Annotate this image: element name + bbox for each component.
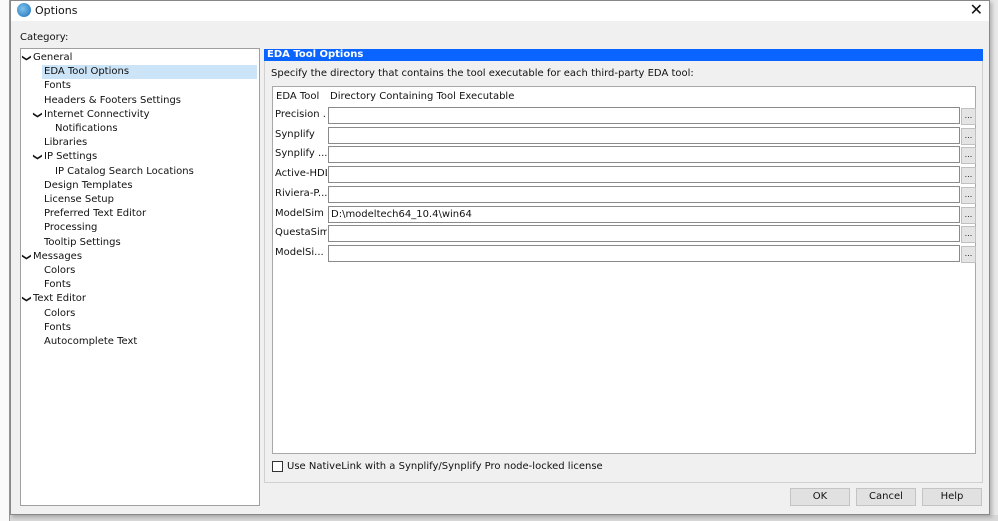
chevron-down-icon[interactable]: ❯ (30, 154, 44, 162)
tree-item-label: Libraries (44, 137, 88, 149)
tree-item-label: Colors (44, 307, 76, 319)
tree-item[interactable]: IP Catalog Search Locations (55, 165, 194, 179)
tree-item[interactable]: Headers & Footers Settings (44, 94, 181, 108)
directory-input[interactable] (328, 107, 960, 124)
panel-description: Specify the directory that contains the … (271, 68, 694, 79)
directory-input[interactable] (328, 185, 960, 203)
category-label: Category: (20, 32, 69, 43)
tree-item[interactable]: Design Templates (44, 179, 133, 193)
tool-name: ModelSi... (275, 246, 324, 258)
browse-button[interactable]: ... (961, 186, 976, 204)
browse-button[interactable]: ... (961, 147, 976, 165)
tool-name: Precision ... (275, 109, 327, 120)
tool-name: Synplify (275, 128, 315, 140)
directory-input[interactable] (328, 225, 960, 243)
tree-item-label: EDA Tool Options (44, 66, 130, 78)
tree-item[interactable]: ❯ General (21, 51, 73, 65)
directory-input[interactable] (328, 244, 960, 262)
tree-item[interactable]: Processing (44, 221, 97, 235)
tool-name: ModelSim (275, 207, 324, 219)
tree-item[interactable]: Tooltip Settings (44, 236, 121, 250)
tree-item[interactable]: ❯ Text Editor (21, 292, 86, 306)
directory-input[interactable] (328, 146, 960, 164)
tree-item-label: Fonts (44, 279, 71, 291)
tree-item[interactable]: Fonts (44, 79, 71, 93)
tree-item-label: Notifications (55, 123, 118, 134)
tree-item-label: Preferred Text Editor (44, 208, 147, 220)
options-dialog: Options ✕ Category: ❯ General EDA Tool Opt… (10, 0, 990, 515)
tree-item[interactable]: Fonts (44, 278, 71, 292)
title-bar: Options ✕ (11, 1, 989, 21)
panel-header: EDA Tool Options (264, 49, 983, 61)
tree-item-label: IP Settings (44, 151, 98, 163)
tree-item-label: Fonts (44, 321, 71, 333)
eda-tool-table: EDA Tool Directory Containing Tool Execu… (272, 86, 976, 454)
directory-input[interactable] (328, 126, 960, 144)
tree-item-label: Processing (44, 222, 98, 234)
tree-item-label: Design Templates (44, 179, 133, 191)
window-title: Options (35, 4, 78, 17)
tree-item-label: License Setup (44, 194, 114, 205)
tree-item[interactable]: Preferred Text Editor (44, 207, 146, 221)
category-tree[interactable]: ❯ General EDA Tool Options Fonts Headers & F… (20, 48, 260, 506)
app-icon (17, 3, 31, 17)
browse-button[interactable]: ... (961, 206, 976, 224)
browse-button[interactable]: ... (961, 226, 976, 244)
tree-item-label: Internet Connectivity (44, 108, 150, 120)
tree-item-label: IP Catalog Search Locations (55, 165, 194, 177)
chevron-down-icon[interactable]: ❯ (19, 54, 33, 62)
background-window (0, 0, 10, 521)
tree-item-label: Headers & Footers Settings (44, 94, 181, 106)
chevron-down-icon[interactable]: ❯ (19, 253, 33, 261)
column-header-directory: Directory Containing Tool Executable (330, 91, 515, 102)
tool-name: QuestaSim (275, 227, 327, 239)
column-header-tool: EDA Tool (276, 91, 320, 102)
tree-item[interactable]: Fonts (44, 321, 71, 335)
directory-input[interactable] (328, 166, 960, 184)
tree-item[interactable]: ❯ Internet Connectivity (32, 108, 150, 122)
tool-name: Synplify ... (275, 148, 327, 160)
tree-item[interactable]: License Setup (44, 193, 114, 207)
tree-item[interactable]: ❯ IP Settings (32, 150, 98, 164)
browse-button[interactable]: ... (961, 127, 976, 145)
tree-item[interactable]: Libraries (44, 136, 87, 150)
tool-name: Riviera-P... (275, 187, 327, 199)
browse-button[interactable]: ... (961, 108, 976, 125)
browse-button[interactable]: ... (961, 167, 976, 185)
tree-item[interactable]: EDA Tool Options (42, 65, 257, 80)
tree-item[interactable]: Colors (44, 307, 75, 321)
chevron-down-icon[interactable]: ❯ (30, 111, 44, 119)
nativelink-checkbox[interactable] (272, 461, 283, 472)
tree-item[interactable]: Autocomplete Text (44, 335, 137, 349)
tree-item[interactable]: ❯ Messages (21, 250, 83, 264)
tree-item-label: Tooltip Settings (44, 236, 121, 248)
close-icon[interactable]: ✕ (970, 1, 983, 19)
tree-item-label: Fonts (44, 80, 71, 92)
tree-item-label: Autocomplete Text (44, 336, 138, 347)
tree-item[interactable]: Notifications (55, 122, 118, 136)
directory-input[interactable]: D:\modeltech64_10.4\win64 (328, 205, 960, 223)
ok-button[interactable]: OK (790, 488, 850, 506)
help-button[interactable]: Help (922, 488, 982, 506)
tree-item-label: General (33, 52, 73, 63)
cancel-button[interactable]: Cancel (856, 488, 916, 506)
tree-item-label: Text Editor (33, 293, 86, 305)
tool-name: Active-HDL (275, 168, 327, 180)
tree-item[interactable]: Colors (44, 264, 75, 278)
chevron-down-icon[interactable]: ❯ (19, 296, 33, 304)
background-window-bottom (10, 515, 998, 521)
tree-item-label: Messages (33, 250, 83, 262)
tree-item-label: Colors (44, 265, 76, 276)
nativelink-label: Use NativeLink with a Synplify/Synplify … (287, 461, 603, 472)
browse-button[interactable]: ... (961, 245, 976, 263)
